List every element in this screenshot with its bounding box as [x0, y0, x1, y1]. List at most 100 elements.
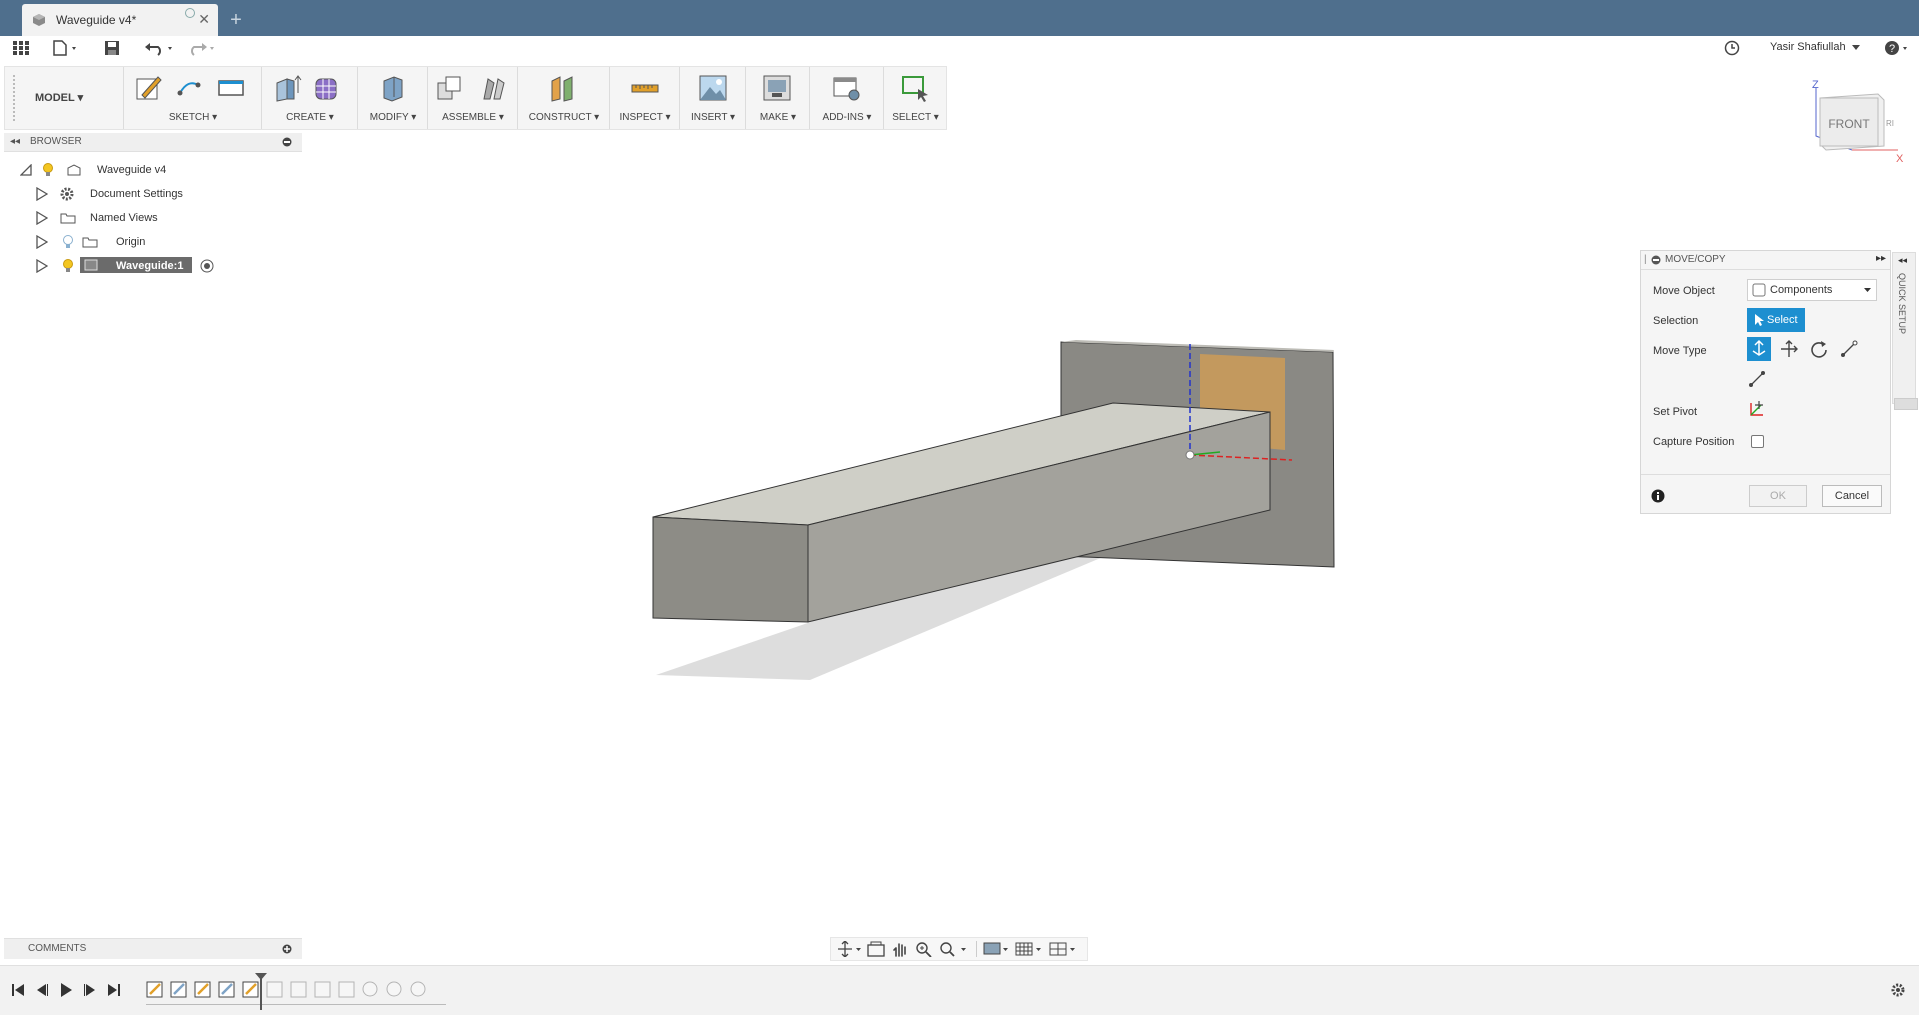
select-menu[interactable]: SELECT ▾ [884, 112, 947, 123]
timeline-settings-gear-icon[interactable] [1890, 982, 1906, 998]
create-group[interactable]: CREATE ▾ [261, 67, 358, 129]
rotate-icon[interactable] [1809, 339, 1829, 359]
capture-position-checkbox[interactable] [1751, 435, 1764, 448]
move-object-dropdown[interactable]: Components [1747, 279, 1877, 301]
dialog-grip[interactable]: | [1644, 254, 1647, 265]
browser-pin-icon[interactable] [282, 137, 292, 147]
modify-group[interactable]: MODIFY ▾ [357, 67, 428, 129]
make-group[interactable]: MAKE ▾ [745, 67, 810, 129]
fit-zoom-icon[interactable] [939, 941, 969, 957]
collapsed-triangle-icon[interactable] [36, 211, 48, 225]
app-grid-icon[interactable] [12, 40, 30, 56]
visibility-bulb-icon[interactable] [62, 259, 74, 273]
collapsed-triangle-icon[interactable] [36, 187, 48, 201]
rectangle-icon[interactable] [216, 73, 246, 103]
construct-menu[interactable]: CONSTRUCT ▾ [518, 112, 610, 123]
workspace-switcher[interactable]: MODEL ▾ [35, 91, 83, 104]
orbit-icon[interactable] [837, 941, 863, 957]
set-pivot-icon[interactable] [1747, 399, 1767, 419]
visibility-bulb-icon[interactable] [42, 163, 54, 177]
add-ins-menu[interactable]: ADD-INS ▾ [810, 112, 884, 123]
collapsed-triangle-icon[interactable] [36, 235, 48, 249]
insert-menu[interactable]: INSERT ▾ [680, 112, 746, 123]
expanded-triangle-icon[interactable] [20, 164, 32, 176]
viewports-icon[interactable] [1049, 941, 1079, 957]
select-group[interactable]: SELECT ▾ [883, 67, 947, 129]
browser-root-item[interactable]: Waveguide v4 [20, 160, 260, 180]
modify-menu[interactable]: MODIFY ▾ [358, 112, 428, 123]
visibility-bulb-off-icon[interactable] [62, 235, 74, 249]
quick-setup-panel[interactable]: ◂◂ QUICK SETUP [1892, 252, 1916, 404]
scripts-addins-icon[interactable] [832, 73, 862, 103]
user-account-menu[interactable]: Yasir Shafiullah [1770, 41, 1846, 53]
3d-model-waveguide[interactable] [620, 320, 1360, 700]
comments-panel[interactable]: COMMENTS [4, 938, 302, 959]
pan-hand-icon[interactable] [891, 940, 909, 958]
insert-image-icon[interactable] [698, 73, 728, 103]
document-tab[interactable]: Waveguide v4* ✕ [22, 4, 218, 36]
sketch-group[interactable]: SKETCH ▾ [123, 67, 262, 129]
measure-icon[interactable] [630, 73, 660, 103]
timeline-marker-handle-icon[interactable] [255, 973, 267, 981]
press-pull-icon[interactable] [378, 73, 408, 103]
construct-group[interactable]: CONSTRUCT ▾ [517, 67, 610, 129]
extrude-icon[interactable] [272, 73, 302, 103]
redo-icon[interactable] [186, 40, 218, 56]
browser-item-document-settings[interactable]: Document Settings [36, 184, 276, 204]
step-back-icon[interactable] [34, 982, 50, 998]
expand-dialog-icon[interactable]: ▸▸ [1876, 253, 1886, 264]
inspect-menu[interactable]: INSPECT ▾ [610, 112, 680, 123]
viewcube[interactable]: FRONT RI Z X [1808, 78, 1908, 168]
go-to-start-icon[interactable] [10, 982, 26, 998]
browser-item-named-views[interactable]: Named Views [36, 208, 276, 228]
point-to-position-icon[interactable] [1747, 369, 1767, 389]
window-select-icon[interactable] [900, 73, 930, 103]
create-sketch-icon[interactable] [134, 73, 164, 103]
undo-icon[interactable] [144, 40, 176, 56]
assemble-menu[interactable]: ASSEMBLE ▾ [428, 112, 518, 123]
sketch-menu[interactable]: SKETCH ▾ [124, 112, 262, 123]
inspect-group[interactable]: INSPECT ▾ [609, 67, 680, 129]
display-settings-icon[interactable] [983, 941, 1011, 957]
add-ins-group[interactable]: ADD-INS ▾ [809, 67, 884, 129]
info-icon[interactable] [1651, 489, 1665, 503]
add-comment-icon[interactable] [282, 944, 292, 954]
insert-group[interactable]: INSERT ▾ [679, 67, 746, 129]
go-to-end-icon[interactable] [106, 982, 122, 998]
assemble-group[interactable]: ASSEMBLE ▾ [427, 67, 518, 129]
job-status-clock-icon[interactable] [1724, 40, 1740, 56]
make-menu[interactable]: MAKE ▾ [746, 112, 810, 123]
activate-component-radio-icon[interactable] [200, 259, 214, 273]
file-menu-icon[interactable] [52, 40, 80, 56]
close-tab-icon[interactable]: ✕ [198, 11, 210, 28]
cancel-button[interactable]: Cancel [1822, 485, 1882, 507]
create-menu[interactable]: CREATE ▾ [262, 112, 358, 123]
timeline-features[interactable] [146, 980, 446, 1000]
3d-print-icon[interactable] [762, 73, 792, 103]
joint-icon[interactable] [478, 73, 508, 103]
step-forward-icon[interactable] [82, 982, 98, 998]
offset-plane-icon[interactable] [548, 73, 578, 103]
form-icon[interactable] [312, 73, 342, 103]
new-component-icon[interactable] [434, 73, 464, 103]
select-button[interactable]: Select [1747, 308, 1805, 332]
collapse-quick-setup-icon[interactable]: ◂◂ [1898, 255, 1907, 266]
play-icon[interactable] [58, 982, 74, 998]
zoom-icon[interactable] [915, 941, 933, 957]
browser-item-origin[interactable]: Origin [36, 232, 276, 252]
new-tab-button[interactable]: + [222, 6, 250, 34]
save-icon[interactable] [104, 40, 120, 56]
grid-settings-icon[interactable] [1015, 941, 1045, 957]
minimize-dialog-icon[interactable] [1651, 255, 1661, 265]
toolbar-grip[interactable] [13, 75, 19, 121]
point-to-point-icon[interactable] [1839, 339, 1859, 359]
move-copy-header[interactable]: | MOVE/COPY ▸▸ [1641, 251, 1890, 270]
free-move-button[interactable] [1747, 337, 1771, 361]
help-icon[interactable]: ? [1884, 40, 1912, 56]
look-at-icon[interactable] [867, 941, 885, 957]
browser-item-waveguide-component[interactable]: Waveguide:1 [36, 256, 276, 276]
ok-button[interactable]: OK [1749, 485, 1807, 507]
line-icon[interactable] [176, 73, 206, 103]
timeline-marker[interactable] [260, 976, 262, 1010]
collapse-browser-icon[interactable]: ◂◂ [10, 136, 20, 147]
